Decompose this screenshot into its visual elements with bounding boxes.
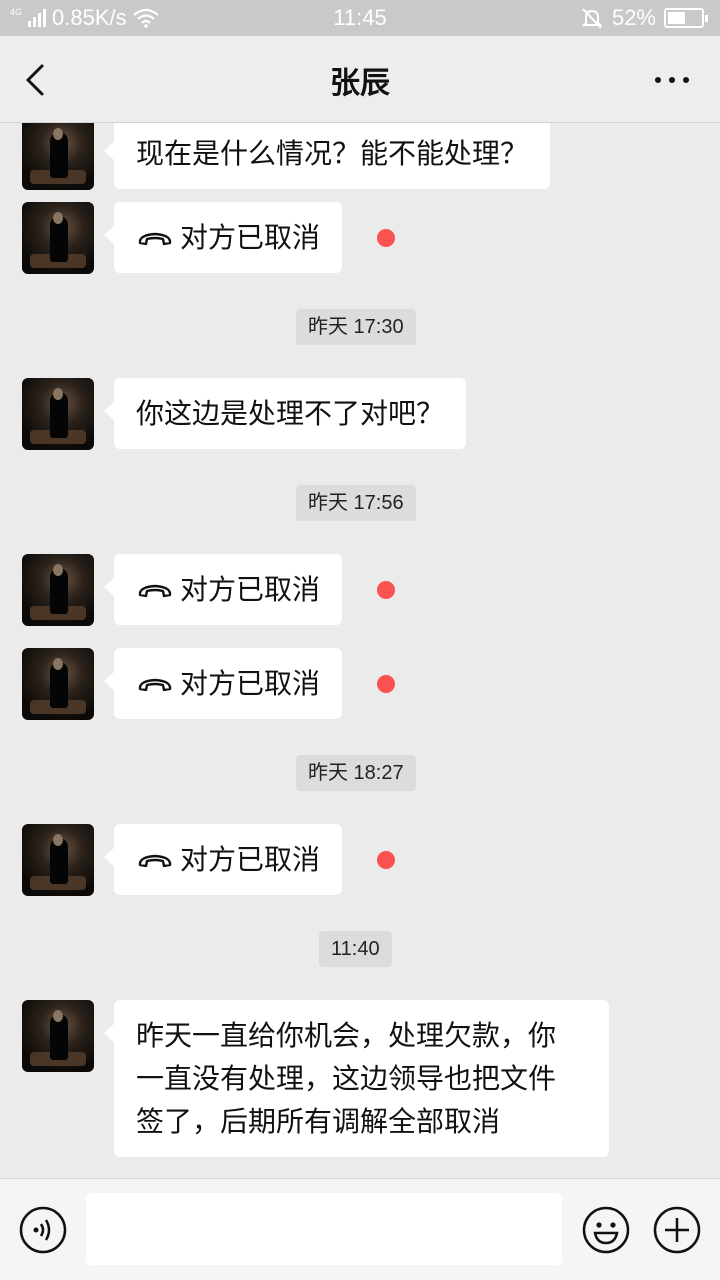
status-bar: 4G 0.85K/s 11:45 52% bbox=[0, 0, 720, 36]
voice-icon[interactable] bbox=[19, 1206, 67, 1254]
avatar[interactable] bbox=[22, 378, 94, 450]
avatar[interactable] bbox=[22, 202, 94, 274]
unread-dot bbox=[377, 675, 395, 693]
battery-icon bbox=[664, 8, 708, 28]
call-status-text: 对方已取消 bbox=[180, 667, 321, 700]
call-status-text: 对方已取消 bbox=[180, 221, 321, 254]
voice-call-bubble[interactable]: 对方已取消 bbox=[103, 824, 343, 895]
phone-hangup-icon bbox=[138, 678, 172, 691]
avatar-face bbox=[53, 564, 63, 576]
timestamp: 昨天 18:27 bbox=[296, 755, 416, 791]
phone-hangup-icon bbox=[138, 232, 172, 245]
message-line: 昨天一直给你机会，处理欠款，你 bbox=[136, 1019, 557, 1052]
text-message-bubble[interactable]: 你这边是处理不了对吧？ bbox=[103, 378, 467, 449]
status-right: 52% bbox=[580, 5, 708, 31]
avatar-face bbox=[53, 128, 63, 140]
text-message-bubble[interactable]: 现在是什么情况？能不能处理？ bbox=[103, 123, 551, 189]
message-text: 现在是什么情况？能不能处理？ bbox=[136, 137, 529, 170]
avatar[interactable] bbox=[22, 123, 94, 190]
emoji-icon[interactable] bbox=[582, 1206, 630, 1254]
mute-bell-icon bbox=[581, 8, 603, 29]
unread-dot bbox=[377, 581, 395, 599]
avatar[interactable] bbox=[22, 648, 94, 720]
battery-level bbox=[668, 12, 685, 24]
avatar-face bbox=[53, 834, 63, 846]
message-list[interactable]: 现在是什么情况？能不能处理？ 对方已取消 昨天 17:30 你这边是处理不了对吧？ 昨天… bbox=[0, 123, 720, 1178]
avatar[interactable] bbox=[22, 1000, 94, 1072]
plus-icon[interactable] bbox=[653, 1206, 701, 1254]
avatar-face bbox=[53, 1010, 63, 1022]
avatar[interactable] bbox=[22, 554, 94, 626]
message-input[interactable] bbox=[86, 1193, 562, 1265]
avatar[interactable] bbox=[22, 824, 94, 896]
text-message-bubble[interactable]: 昨天一直给你机会，处理欠款，你 一直没有处理，这边领导也把文件 签了，后期所有调解全… bbox=[104, 1000, 609, 1157]
chat-title: 张辰 bbox=[330, 66, 390, 101]
timestamp: 昨天 17:30 bbox=[296, 309, 416, 345]
voice-call-bubble[interactable]: 对方已取消 bbox=[103, 648, 343, 719]
unread-dot bbox=[377, 229, 395, 247]
voice-call-bubble[interactable]: 对方已取消 bbox=[103, 202, 343, 273]
unread-dot bbox=[377, 851, 395, 869]
call-status-text: 对方已取消 bbox=[180, 843, 321, 876]
input-bar bbox=[0, 1178, 720, 1280]
battery-percent: 52% bbox=[611, 5, 656, 30]
avatar-face bbox=[53, 658, 63, 670]
call-status-text: 对方已取消 bbox=[180, 573, 321, 606]
avatar-face bbox=[53, 388, 63, 400]
timestamp: 11:40 bbox=[319, 931, 392, 967]
message-line: 一直没有处理，这边领导也把文件 bbox=[136, 1062, 557, 1095]
more-dots-icon[interactable] bbox=[652, 66, 692, 94]
voice-call-bubble[interactable]: 对方已取消 bbox=[103, 554, 343, 625]
message-text: 你这边是处理不了对吧？ bbox=[136, 397, 445, 430]
message-line: 签了，后期所有调解全部取消 bbox=[136, 1105, 501, 1138]
phone-hangup-icon bbox=[138, 854, 172, 867]
timestamp: 昨天 17:56 bbox=[296, 485, 416, 521]
avatar-face bbox=[53, 212, 63, 224]
phone-hangup-icon bbox=[138, 584, 172, 597]
nav-bar: 张辰 bbox=[0, 36, 720, 123]
